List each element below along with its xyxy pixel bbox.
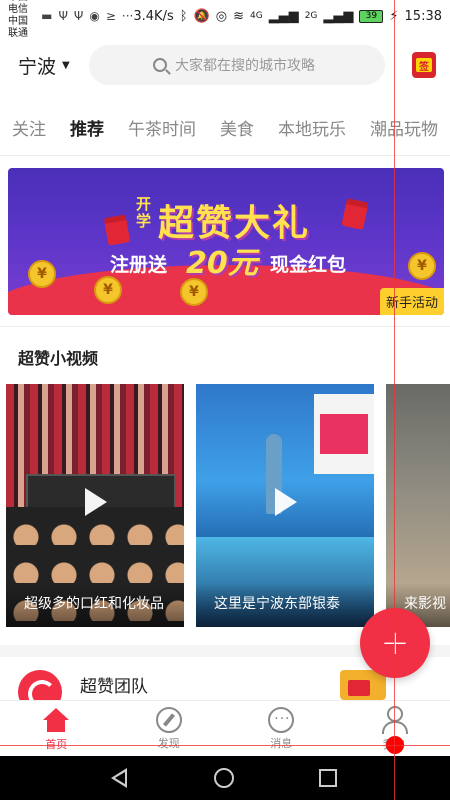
home-button-icon[interactable] (213, 768, 234, 788)
app-icon: ≥ (105, 9, 116, 23)
video-caption: 超级多的口红和化妆品 (6, 583, 184, 627)
play-icon[interactable] (75, 482, 115, 522)
signal-icon: ▂▄▆ (268, 8, 299, 24)
guide-line (394, 0, 395, 800)
tab-follow[interactable]: 关注 (0, 115, 58, 140)
clock: 15:38 (404, 8, 442, 24)
compass-icon (155, 706, 182, 733)
weibo-icon: ◉ (89, 9, 100, 23)
city-label: 宁波 (18, 55, 57, 78)
signal-icon: ▂▄▆ (323, 8, 354, 24)
signal-1-label: 4G (249, 11, 263, 21)
wifi-icon: ≋ (233, 8, 244, 24)
video-caption: 这里是宁波东部银泰 (196, 583, 374, 627)
notification-icons: ▬ Ψ Ψ ◉ ≥ ··· (41, 9, 133, 23)
video-carousel[interactable]: 超级多的口红和化妆品 这里是宁波东部银泰 来影视 (6, 384, 450, 627)
video-card[interactable]: 来影视 (386, 384, 450, 627)
tab-recommend[interactable]: 推荐 (58, 115, 116, 140)
promo-banner[interactable]: ¥ ¥ ¥ ¥ 开学 超赞大礼 注册送 20元 现金红包 新手活动 (8, 168, 444, 315)
tab-trendy[interactable]: 潮品玩物 (358, 115, 450, 140)
city-selector[interactable]: 宁波 ▼ (18, 52, 80, 79)
tab-food[interactable]: 美食 (208, 115, 266, 140)
search-placeholder: 大家都在搜的城市攻略 (175, 58, 315, 74)
usb-icon: Ψ (73, 9, 84, 23)
tab-local-fun[interactable]: 本地玩乐 (266, 115, 358, 140)
coin-icon: ¥ (408, 252, 436, 280)
tab-afternoon-tea[interactable]: 午茶时间 (116, 115, 208, 140)
nav-messages[interactable]: 消息 (225, 701, 338, 756)
coin-icon: ¥ (28, 260, 56, 288)
search-icon (153, 58, 167, 72)
video-thumbnail (320, 414, 368, 454)
bus-icon: ▬ (41, 9, 53, 23)
message-icon (268, 706, 295, 733)
status-bar: 中国电信 中国联通 ▬ Ψ Ψ ◉ ≥ ··· 3.4K/s ᛒ 🔕 ◎ ≋ 4… (0, 0, 450, 39)
new-user-badge: 新手活动 (379, 288, 444, 315)
banner-amount: 20元 (186, 246, 258, 281)
caret-down-icon: ▼ (62, 59, 70, 71)
red-envelope-icon (103, 214, 131, 246)
app-header: 宁波 ▼ 大家都在搜的城市攻略 签 (0, 32, 450, 98)
signin-icon: 签 (416, 58, 432, 73)
usb-icon: Ψ (58, 9, 68, 23)
team-name: 超赞团队 (80, 676, 148, 697)
video-card[interactable]: 这里是宁波东部银泰 (196, 384, 374, 627)
banner-sub-right: 现金红包 (270, 254, 347, 276)
recents-icon[interactable] (319, 769, 338, 787)
category-tabs: 关注 推荐 午茶时间 美食 本地玩乐 潮品玩物 (0, 100, 450, 156)
bottom-nav: 首页 发现 消息 我的 (0, 700, 450, 756)
nav-label: 消息 (270, 736, 293, 750)
nav-discover[interactable]: 发现 (113, 701, 226, 756)
bluetooth-icon: ᛒ (179, 8, 188, 24)
coin-icon: ¥ (94, 276, 122, 304)
add-post-button[interactable]: + (360, 608, 430, 678)
nav-label: 首页 (45, 737, 68, 751)
search-bar[interactable]: 大家都在搜的城市攻略 (89, 45, 385, 85)
nav-label: 发现 (157, 736, 180, 750)
guide-line (0, 745, 450, 746)
eye-icon: ◎ (215, 8, 228, 24)
home-icon (42, 706, 70, 734)
banner-sub-left: 注册送 (110, 254, 168, 276)
mute-icon: 🔕 (193, 8, 210, 24)
coin-icon: ¥ (180, 278, 208, 306)
play-icon[interactable] (265, 482, 305, 522)
section-title: 超赞小视频 (18, 349, 99, 368)
video-card[interactable]: 超级多的口红和化妆品 (6, 384, 184, 627)
system-nav-bar (0, 756, 450, 800)
more-icon: ··· (121, 9, 134, 23)
signin-button[interactable]: 签 (412, 52, 436, 78)
banner-kai-xue: 开学 (136, 195, 152, 230)
divider (0, 326, 450, 327)
carrier-1: 中国电信 (8, 0, 28, 15)
signal-2-label: 2G (304, 11, 318, 21)
plus-icon: + (380, 623, 410, 663)
nav-home[interactable]: 首页 (0, 701, 113, 756)
status-right: 3.4K/s ᛒ 🔕 ◎ ≋ 4G ▂▄▆ 2G ▂▄▆ 39 ⚡ 15:38 (133, 9, 442, 24)
red-envelope-icon (341, 198, 369, 230)
battery-icon: 39 (359, 9, 384, 23)
network-speed: 3.4K/s (133, 8, 174, 24)
